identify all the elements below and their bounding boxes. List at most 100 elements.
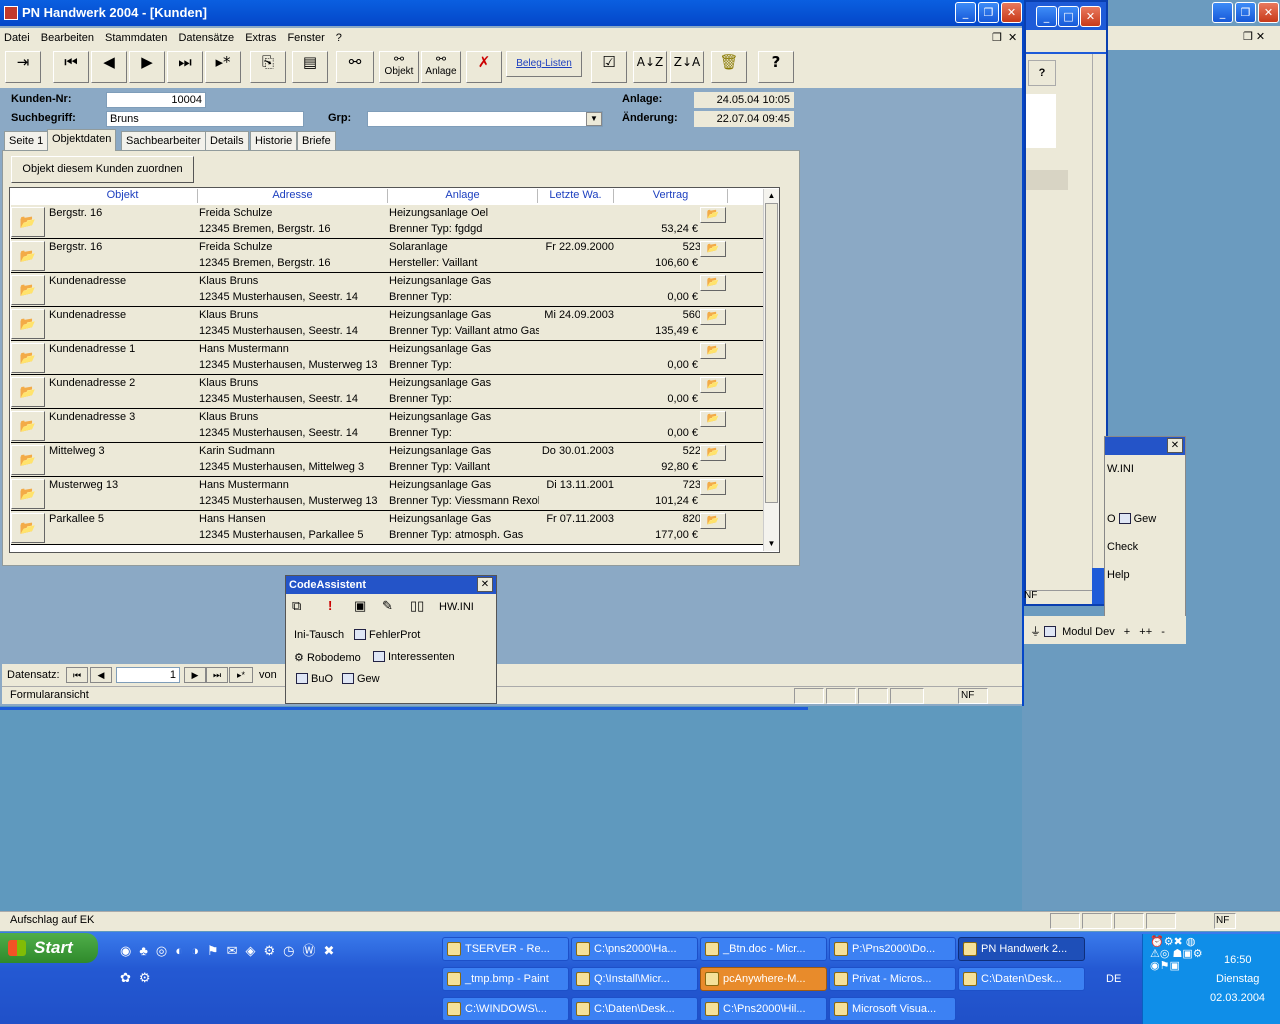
folder-icon[interactable]: 📂 xyxy=(700,377,726,393)
copy-button[interactable]: ⎘ xyxy=(250,51,286,83)
kunden-nr-field[interactable]: 10004 xyxy=(106,92,206,108)
anlage-button[interactable]: ⚯ Anlage xyxy=(421,51,461,83)
table-row[interactable]: 📂 Musterweg 13 Hans Mustermann 12345 Muster… xyxy=(11,477,763,511)
taskbar-button[interactable]: C:\Pns2000\Hil... xyxy=(700,997,827,1021)
clock-time[interactable]: 16:50 xyxy=(1224,954,1252,966)
objekt-button[interactable]: ⚯ Objekt xyxy=(379,51,419,83)
help-button[interactable]: ? xyxy=(758,51,794,83)
table-row[interactable]: 📂 Kundenadresse 1 Hans Mustermann 12345 Mus… xyxy=(11,341,763,375)
assign-object-button[interactable]: Objekt diesem Kunden zuordnen xyxy=(11,156,194,183)
folder-icon[interactable]: 📂 xyxy=(700,241,726,257)
open-folder-icon[interactable]: 📂 xyxy=(11,377,45,407)
nav-first-button[interactable]: ⏮ xyxy=(66,667,88,683)
close-icon[interactable]: ✕ xyxy=(1167,438,1183,453)
ca-fehlerprot[interactable]: FehlerProt xyxy=(354,629,420,641)
column-header-anlage[interactable]: Anlage xyxy=(388,189,538,203)
grid-scrollbar[interactable]: ▲ ▼ xyxy=(763,189,779,551)
tab-briefe[interactable]: Briefe xyxy=(297,131,336,150)
nav-last-button[interactable]: ⏭ xyxy=(206,667,228,683)
next-record-button[interactable]: ▶ xyxy=(129,51,165,83)
folder-icon[interactable]: 📂 xyxy=(700,513,726,529)
second-maximize-button[interactable]: □ xyxy=(1058,6,1079,27)
taskbar-button[interactable]: PN Handwerk 2... xyxy=(958,937,1085,961)
table-row[interactable]: 📂 Bergstr. 16 Freida Schulze 12345 Bremen, … xyxy=(11,239,763,273)
tray-icons[interactable]: ⏰⚙✖ ◍⚠◎ ☗▣⚙ ◉⚑▣ xyxy=(1150,936,1204,1010)
table-row[interactable]: 📂 Kundenadresse 2 Klaus Bruns 12345 Musterh… xyxy=(11,375,763,409)
language-indicator[interactable]: DE xyxy=(1106,973,1121,985)
hw-ini-label[interactable]: W.INI xyxy=(1107,463,1134,475)
minus-button[interactable]: - xyxy=(1161,626,1165,638)
start-button[interactable]: Start xyxy=(0,933,98,963)
mdi-close-icon[interactable]: ✕ xyxy=(1008,28,1017,48)
menu-datei[interactable]: Datei xyxy=(4,28,30,48)
taskbar-button[interactable]: _tmp.bmp - Paint xyxy=(442,967,569,991)
gew-item[interactable]: O Gew xyxy=(1107,513,1156,525)
delete-button[interactable]: 🗑 xyxy=(711,51,747,83)
open-folder-icon[interactable]: 📂 xyxy=(11,479,45,509)
grp-select[interactable] xyxy=(367,111,603,127)
folder-icon[interactable]: 📂 xyxy=(700,207,726,223)
help-label[interactable]: Help xyxy=(1107,569,1130,581)
menu-datensaetze[interactable]: Datensätze xyxy=(178,28,234,48)
bg-minimize-button[interactable]: _ xyxy=(1212,2,1233,23)
ca-ini-tausch[interactable]: Ini-Tausch xyxy=(294,629,344,641)
search-button[interactable]: ⚯ xyxy=(336,51,374,83)
tab-historie[interactable]: Historie xyxy=(250,131,298,150)
open-folder-icon[interactable]: 📂 xyxy=(11,445,45,475)
plus-button[interactable]: + xyxy=(1124,626,1130,638)
menu-stammdaten[interactable]: Stammdaten xyxy=(105,28,167,48)
last-record-button[interactable]: ⏭ xyxy=(167,51,203,83)
sort-asc-button[interactable]: A↓Z xyxy=(633,51,667,83)
minimize-button[interactable]: _ xyxy=(955,2,976,23)
exit-button[interactable]: ⇥ xyxy=(5,51,41,83)
ca-save-icon[interactable]: ▣ xyxy=(354,598,366,614)
scroll-thumb[interactable] xyxy=(765,203,778,503)
taskbar-button[interactable]: Privat - Micros... xyxy=(829,967,956,991)
taskbar-button[interactable]: _Btn.doc - Micr... xyxy=(700,937,827,961)
column-header-vertrag[interactable]: Vertrag xyxy=(614,189,728,203)
menu-bearbeiten[interactable]: Bearbeiten xyxy=(41,28,94,48)
taskbar-button[interactable]: C:\WINDOWS\... xyxy=(442,997,569,1021)
scroll-up-icon[interactable]: ▲ xyxy=(764,189,779,203)
help-icon[interactable]: ? xyxy=(1028,60,1056,86)
bg-restore-button[interactable]: ❐ xyxy=(1235,2,1256,23)
column-header-adresse[interactable]: Adresse xyxy=(198,189,388,203)
check-label[interactable]: Check xyxy=(1107,541,1138,553)
table-row[interactable]: 📂 Kundenadresse Klaus Bruns 12345 Musterhau… xyxy=(11,307,763,341)
tab-sachbearbeiter[interactable]: Sachbearbeiter xyxy=(121,131,206,150)
modul-dev-row[interactable]: ⏚ Modul Dev + ++ - xyxy=(1030,623,1165,639)
folder-icon[interactable]: 📂 xyxy=(700,309,726,325)
taskbar-button[interactable]: Microsoft Visua... xyxy=(829,997,956,1021)
table-row[interactable]: 📂 Mittelweg 3 Karin Sudmann 12345 Musterhau… xyxy=(11,443,763,477)
new-record-button[interactable]: ▸* xyxy=(205,51,241,83)
ca-exclamation-icon[interactable]: ! xyxy=(328,598,332,613)
folder-icon[interactable]: 📂 xyxy=(700,479,726,495)
nav-prev-button[interactable]: ◀ xyxy=(90,667,112,683)
ca-hw-ini[interactable]: HW.INI xyxy=(439,601,474,613)
ca-robodemo[interactable]: ⚙ Robodemo xyxy=(294,651,361,664)
taskbar-button[interactable]: C:\Daten\Desk... xyxy=(571,997,698,1021)
tab-seite-1[interactable]: Seite 1 xyxy=(4,131,49,150)
beleg-listen-button[interactable]: Beleg-Listen xyxy=(506,51,582,77)
open-folder-icon[interactable]: 📂 xyxy=(11,275,45,305)
plusplus-button[interactable]: ++ xyxy=(1139,626,1152,638)
tab-objektdaten[interactable]: Objektdaten xyxy=(47,129,117,151)
mdi-restore-icon[interactable]: ❐ xyxy=(992,28,1002,48)
tab-details[interactable]: Details xyxy=(205,131,249,150)
checklist-button[interactable]: ☑ xyxy=(591,51,627,83)
scroll-down-icon[interactable]: ▼ xyxy=(764,537,779,551)
folder-icon[interactable]: 📂 xyxy=(700,445,726,461)
ca-edit-icon[interactable]: ✎ xyxy=(382,598,393,614)
table-row[interactable]: 📂 Kundenadresse 3 Klaus Bruns 12345 Musterh… xyxy=(11,409,763,443)
open-folder-icon[interactable]: 📂 xyxy=(11,343,45,373)
open-folder-icon[interactable]: 📂 xyxy=(11,241,45,271)
list-button[interactable]: ▤ xyxy=(292,51,328,83)
ca-buo[interactable]: BuO xyxy=(296,673,333,685)
folder-icon[interactable]: 📂 xyxy=(700,411,726,427)
column-header-letzte-wa[interactable]: Letzte Wa. xyxy=(538,189,614,203)
ca-gew[interactable]: Gew xyxy=(342,673,380,685)
open-folder-icon[interactable]: 📂 xyxy=(11,411,45,441)
chevron-down-icon[interactable]: ▼ xyxy=(586,112,602,126)
second-close-button[interactable]: ✕ xyxy=(1080,6,1101,27)
menu-extras[interactable]: Extras xyxy=(245,28,276,48)
